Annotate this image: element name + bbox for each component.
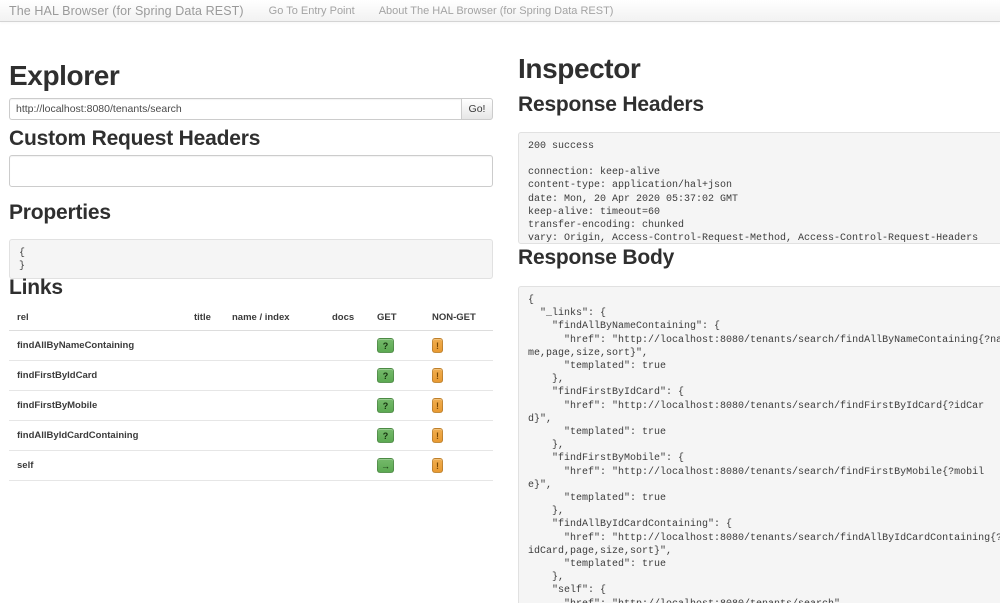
url-input[interactable] xyxy=(9,98,461,120)
get-button[interactable]: ? xyxy=(377,368,394,383)
link-rel: findAllByIdCardContaining xyxy=(9,421,194,451)
link-docs xyxy=(332,451,377,481)
link-name-index xyxy=(232,451,332,481)
link-nonget-cell: ! xyxy=(432,421,493,451)
link-title xyxy=(194,331,232,361)
non-get-button[interactable]: ! xyxy=(432,428,443,443)
inspector-title: Inspector xyxy=(518,55,640,83)
links-table-header-row: rel title name / index docs GET NON-GET xyxy=(9,307,493,331)
follow-link-button[interactable]: → xyxy=(377,458,394,473)
link-get-cell: ? xyxy=(377,421,432,451)
link-name-index xyxy=(232,331,332,361)
custom-request-headers-title: Custom Request Headers xyxy=(9,128,260,149)
link-get-cell: ? xyxy=(377,331,432,361)
navbar-links: Go To Entry Point About The HAL Browser … xyxy=(269,5,614,17)
response-status: 200 success xyxy=(528,140,1000,153)
navbar-brand[interactable]: The HAL Browser (for Spring Data REST) xyxy=(9,4,244,18)
link-title xyxy=(194,451,232,481)
link-docs xyxy=(332,391,377,421)
table-row: self → ! xyxy=(9,451,493,481)
link-get-cell: → xyxy=(377,451,432,481)
link-get-cell: ? xyxy=(377,391,432,421)
properties-body: { } xyxy=(9,239,493,279)
response-body-content: { "_links": { "findAllByNameContaining":… xyxy=(518,286,1000,603)
explorer-title: Explorer xyxy=(9,62,119,90)
nav-link-about-hal-browser[interactable]: About The HAL Browser (for Spring Data R… xyxy=(379,5,614,17)
link-nonget-cell: ! xyxy=(432,361,493,391)
links-table: rel title name / index docs GET NON-GET … xyxy=(9,307,493,481)
link-rel: findAllByNameContaining xyxy=(9,331,194,361)
navbar: The HAL Browser (for Spring Data REST) G… xyxy=(0,0,1000,22)
link-rel: self xyxy=(9,451,194,481)
non-get-button[interactable]: ! xyxy=(432,458,443,473)
response-headers-body: 200 success connection: keep-alive conten… xyxy=(518,132,1000,244)
link-title xyxy=(194,361,232,391)
non-get-button[interactable]: ! xyxy=(432,368,443,383)
non-get-button[interactable]: ! xyxy=(432,338,443,353)
link-name-index xyxy=(232,361,332,391)
response-headers-text: connection: keep-alive content-type: app… xyxy=(528,167,978,244)
custom-request-headers-input[interactable] xyxy=(9,155,493,187)
link-rel: findFirstByIdCard xyxy=(9,361,194,391)
link-docs xyxy=(332,421,377,451)
link-name-index xyxy=(232,391,332,421)
column-header-get: GET xyxy=(377,307,432,331)
link-nonget-cell: ! xyxy=(432,451,493,481)
properties-title: Properties xyxy=(9,202,111,223)
column-header-docs: docs xyxy=(332,307,377,331)
link-title xyxy=(194,421,232,451)
nav-link-go-to-entry-point[interactable]: Go To Entry Point xyxy=(269,5,355,17)
link-rel: findFirstByMobile xyxy=(9,391,194,421)
non-get-button[interactable]: ! xyxy=(432,398,443,413)
page-container: Explorer Go! Custom Request Headers Prop… xyxy=(0,22,1000,571)
link-nonget-cell: ! xyxy=(432,331,493,361)
table-row: findFirstByMobile ? ! xyxy=(9,391,493,421)
column-header-title: title xyxy=(194,307,232,331)
get-button[interactable]: ? xyxy=(377,428,394,443)
link-name-index xyxy=(232,421,332,451)
url-form: Go! xyxy=(9,98,493,120)
links-table-head: rel title name / index docs GET NON-GET xyxy=(9,307,493,331)
response-headers-title: Response Headers xyxy=(518,94,704,115)
column-header-rel: rel xyxy=(9,307,194,331)
table-row: findAllByNameContaining ? ! xyxy=(9,331,493,361)
link-title xyxy=(194,391,232,421)
column-header-non-get: NON-GET xyxy=(432,307,493,331)
link-get-cell: ? xyxy=(377,361,432,391)
response-body-title: Response Body xyxy=(518,247,674,268)
link-docs xyxy=(332,361,377,391)
link-nonget-cell: ! xyxy=(432,391,493,421)
links-table-body: findAllByNameContaining ? ! findFirstByI… xyxy=(9,331,493,481)
get-button[interactable]: ? xyxy=(377,398,394,413)
links-title: Links xyxy=(9,277,63,298)
table-row: findAllByIdCardContaining ? ! xyxy=(9,421,493,451)
table-row: findFirstByIdCard ? ! xyxy=(9,361,493,391)
link-docs xyxy=(332,331,377,361)
get-button[interactable]: ? xyxy=(377,338,394,353)
go-button[interactable]: Go! xyxy=(461,98,493,120)
column-header-name-index: name / index xyxy=(232,307,332,331)
